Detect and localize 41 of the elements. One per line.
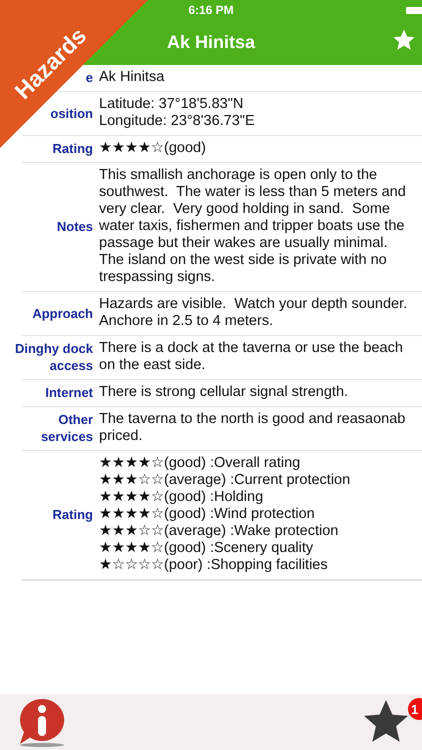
field-value: There is strong cellular signal strength.: [99, 384, 350, 401]
battery-icon: [406, 7, 422, 14]
field-value: The taverna to the north is good and reasaonab: [99, 411, 406, 428]
field-value: This smallish anchorage is open only to the: [99, 167, 378, 184]
field-label: Notes: [56, 218, 93, 235]
field-value: Anchore in 2.5 to 4 meters.: [99, 313, 274, 330]
field-value: ★★★☆☆(average) :Wake protection: [99, 523, 340, 540]
field-label: Internet: [45, 384, 93, 401]
star-icon[interactable]: [392, 28, 416, 52]
field-label: access: [50, 357, 93, 374]
field-value: ★★★★☆(good) :Overall rating: [99, 455, 302, 472]
field-label: Other: [58, 411, 93, 428]
field-value: water taxis, fishermen and tripper boats use the: [99, 218, 406, 235]
page-title: Ak Hinitsa: [166, 32, 256, 53]
field-value: ★★★★☆(good) :Scenery quality: [99, 540, 314, 557]
field-value: There is a dock at the taverna or use the beach: [99, 340, 404, 357]
field-label: Approach: [32, 304, 93, 322]
field-value: ★★★☆☆(average) :Current protection: [99, 472, 352, 489]
field-label: Rating: [52, 506, 93, 523]
field-label: services: [40, 428, 93, 445]
field-value: ★★★★☆(good) :Holding: [99, 489, 264, 506]
field-value: Latitude: 37°18'5.83"N: [99, 96, 244, 113]
status-time: 6:16 PM: [188, 3, 234, 17]
field-value: southwest. The water is less than 5 meters and: [99, 184, 407, 201]
field-label: Rating: [52, 140, 93, 157]
notification-badge: 1: [408, 698, 422, 720]
field-value: The island on the west side is private with no: [99, 252, 388, 269]
field-label: Dinghy dock: [14, 340, 93, 357]
field-value: on the east side.: [99, 357, 206, 374]
field-label: e: [86, 69, 93, 86]
field-value: trespassing signs.: [99, 269, 216, 286]
field-label: osition: [50, 104, 93, 122]
field-value: priced.: [99, 428, 144, 445]
field-value: ★★★★☆(good): [99, 140, 207, 157]
field-value: Longitude: 23°8'36.73"E: [99, 113, 256, 130]
field-value: very clear. Very good holding in sand. Some: [99, 201, 391, 218]
field-value: ★★★★☆(good) :Wind protection: [99, 506, 316, 523]
field-value: ★☆☆☆☆(poor) :Shopping facilities: [99, 557, 329, 574]
field-value: passage but their wakes are usually minimal.: [99, 235, 389, 252]
field-value: Hazards are visible. Watch your depth sounder.: [99, 296, 408, 313]
field-value: Ak Hinitsa: [99, 69, 166, 86]
